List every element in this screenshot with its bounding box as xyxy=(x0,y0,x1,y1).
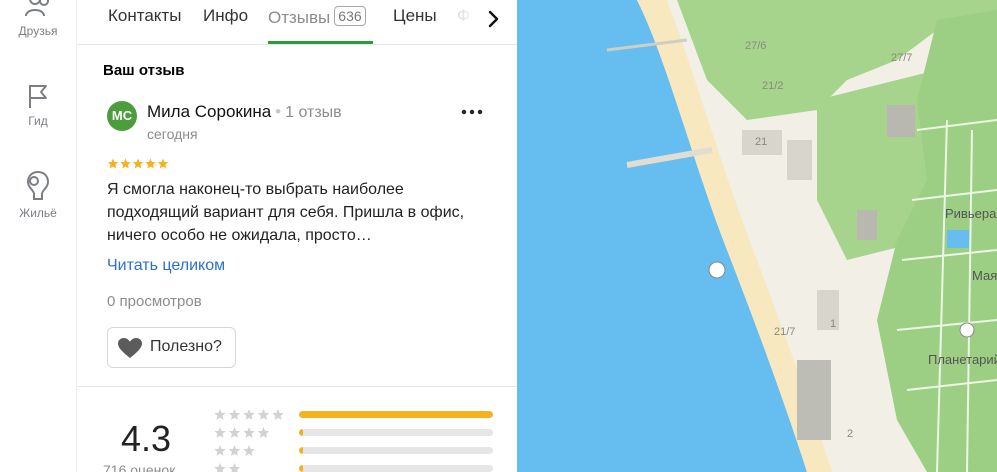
organization-panel: Контакты Инфо Отзывы636 Цены Ф Ваш отзыв… xyxy=(77,0,518,472)
author-review-count: 1 отзыв xyxy=(285,104,342,121)
rail-item-friends[interactable]: Друзья xyxy=(0,0,76,38)
distribution-bar xyxy=(299,429,493,436)
review-date: сегодня xyxy=(147,126,198,142)
distribution-bar xyxy=(299,411,493,418)
map-place-may[interactable]: Мая xyxy=(972,268,997,283)
star-icon xyxy=(272,409,284,420)
more-options-icon[interactable] xyxy=(461,108,483,116)
active-tab-indicator xyxy=(268,41,373,44)
map-place-planetarium[interactable]: Планетарий xyxy=(928,352,997,367)
map-label: 2 xyxy=(847,428,854,440)
divider xyxy=(77,386,517,387)
star-icon xyxy=(257,409,270,420)
rating-count: 716 оценок xyxy=(103,462,176,472)
distribution-bar xyxy=(299,447,493,454)
tab-reviews-label: Отзывы xyxy=(268,8,331,27)
side-rail: Друзья Гид Жильё xyxy=(0,0,77,472)
star-icon xyxy=(228,445,241,456)
tab-contacts[interactable]: Контакты xyxy=(108,6,181,26)
chevron-right-icon[interactable] xyxy=(481,6,507,32)
star-icon xyxy=(214,445,226,456)
star-icon xyxy=(243,445,255,456)
distribution-bar-fill xyxy=(299,411,493,418)
map-view[interactable]: 27/6 27/7 21/2 21 Ривьера Мая 21/7 1 Пла… xyxy=(517,0,997,472)
tab-prices[interactable]: Цены xyxy=(393,6,437,26)
map-canvas[interactable] xyxy=(517,0,997,472)
star-icon xyxy=(214,463,226,472)
review-views: 0 просмотров xyxy=(107,293,202,310)
star-icon xyxy=(228,409,241,420)
star-icon xyxy=(214,427,226,438)
your-review-title: Ваш отзыв xyxy=(103,62,185,79)
distribution-bar-fill xyxy=(299,429,303,436)
flag-icon xyxy=(29,85,47,108)
separator-dot: • xyxy=(275,102,282,121)
distribution-stars xyxy=(214,463,241,472)
map-label: 21/7 xyxy=(774,326,796,338)
star-icon xyxy=(120,158,131,169)
friends-icon xyxy=(25,0,49,17)
review-stars xyxy=(107,158,169,169)
tab-reviews[interactable]: Отзывы 636 xyxy=(268,6,366,28)
average-rating: 4.3 xyxy=(121,418,172,459)
distribution-stars xyxy=(214,445,255,456)
star-icon xyxy=(228,427,241,438)
tab-bar: Контакты Инфо Отзывы636 Цены Ф xyxy=(77,0,517,45)
useful-button[interactable]: Полезно? xyxy=(107,327,236,368)
star-icon xyxy=(257,427,270,438)
read-more-link[interactable]: Читать целиком xyxy=(107,257,225,275)
avatar[interactable]: МС xyxy=(107,101,137,131)
review-author: Мила Сорокина • 1 отзыв xyxy=(147,102,342,122)
heart-icon xyxy=(118,338,142,358)
map-place-riviera[interactable]: Ривьера xyxy=(945,206,996,221)
author-name[interactable]: Мила Сорокина xyxy=(147,102,271,121)
star-icon xyxy=(107,158,119,169)
map-label: 21 xyxy=(755,136,768,148)
star-icon xyxy=(214,409,226,420)
rail-label-friends: Друзья xyxy=(18,24,58,38)
distribution-stars xyxy=(214,409,284,420)
housing-icon xyxy=(26,170,50,200)
tab-info[interactable]: Инфо xyxy=(203,6,248,26)
star-icon xyxy=(145,158,156,169)
review-text: Я смогла наконец-то выбрать наиболее под… xyxy=(107,181,465,244)
star-icon xyxy=(228,463,241,472)
map-label: 21/2 xyxy=(762,80,784,92)
distribution-stars xyxy=(214,427,270,438)
reviews-count-badge: 636 xyxy=(334,6,366,26)
distribution-bar-fill xyxy=(299,465,303,472)
distribution-bar xyxy=(299,465,493,472)
distribution-bar-fill xyxy=(299,447,303,454)
star-icon xyxy=(157,158,169,169)
map-label: 27/6 xyxy=(745,40,767,52)
useful-label: Полезно? xyxy=(150,338,222,355)
rail-label-guide: Гид xyxy=(28,114,48,128)
map-label: 1 xyxy=(830,318,837,330)
rail-label-housing: Жильё xyxy=(19,206,57,220)
rail-item-housing[interactable]: Жильё xyxy=(0,168,76,220)
star-icon xyxy=(243,409,255,420)
star-icon xyxy=(132,158,144,169)
star-icon xyxy=(243,427,255,438)
rail-item-guide[interactable]: Гид xyxy=(0,82,76,128)
map-label: 27/7 xyxy=(891,52,913,64)
